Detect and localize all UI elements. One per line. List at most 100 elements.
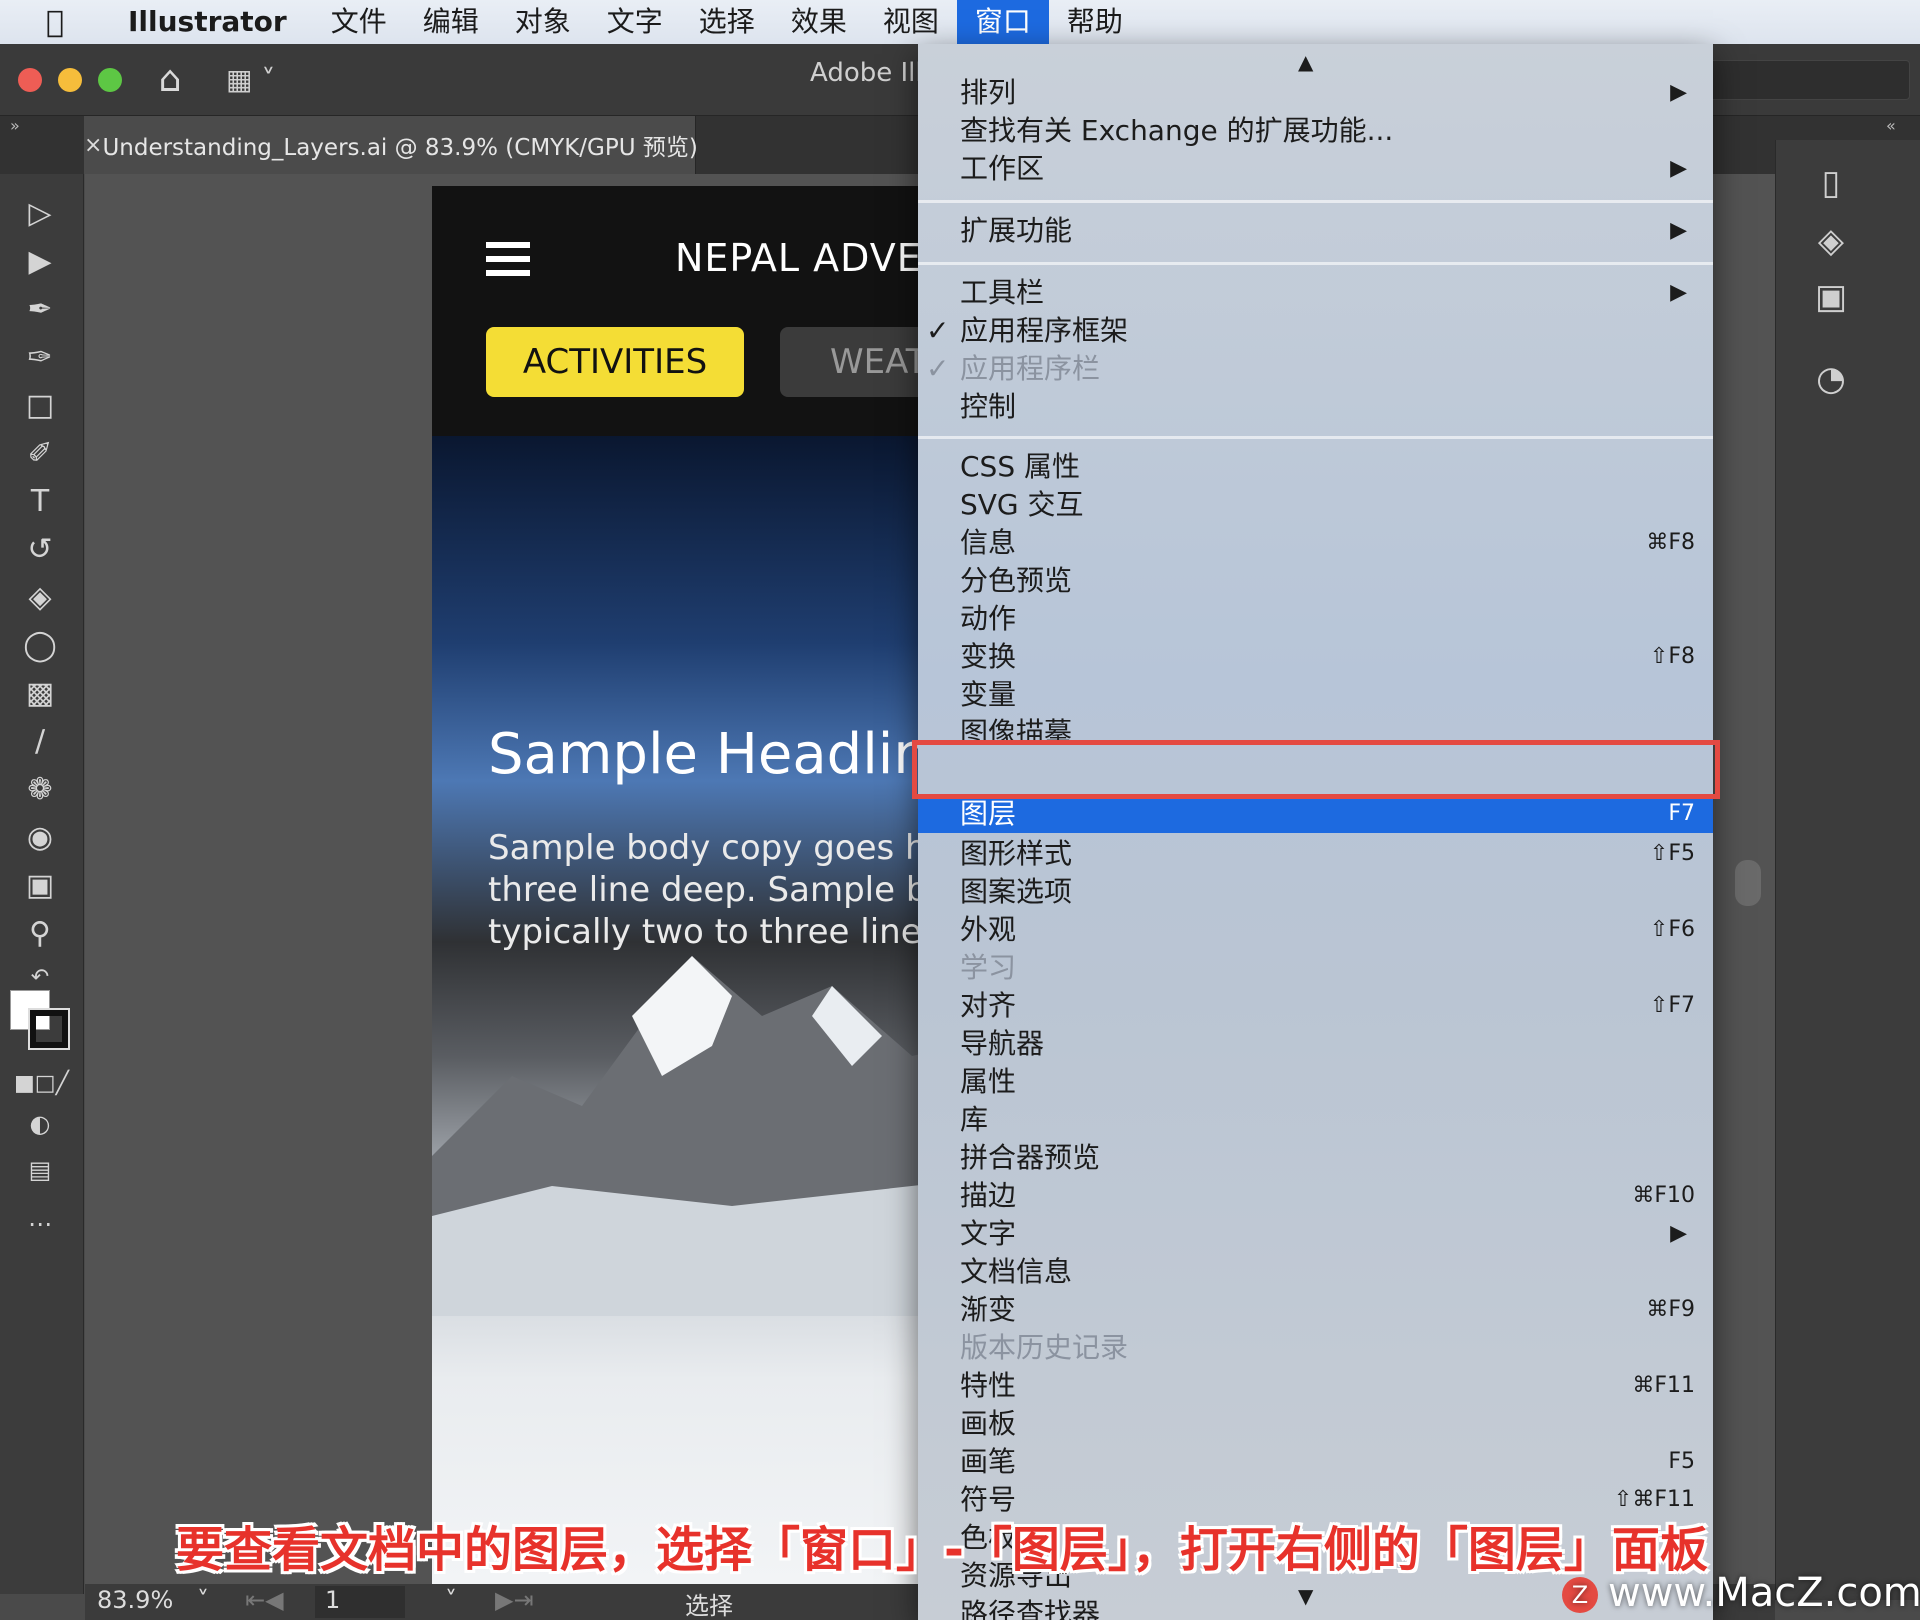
annotation-highlight-box [912, 740, 1720, 799]
watermark-text: www.MacZ.com [1608, 1570, 1920, 1616]
menu-item-application-bar: ✓ 应用程序栏 [918, 350, 1713, 388]
menu-item-toolbars[interactable]: 工具栏 ▶ [918, 274, 1713, 312]
submenu-arrow-icon: ▶ [1670, 218, 1687, 243]
menu-item-pattern-options[interactable]: 图案选项 [918, 873, 1713, 911]
window-zoom-button[interactable] [98, 68, 122, 92]
menu-item-attributes[interactable]: 特性 ⌘F11 [918, 1367, 1713, 1405]
menu-item-separations-preview[interactable]: 分色预览 [918, 562, 1713, 600]
artboard-number-field[interactable]: 1 [315, 1586, 405, 1618]
gradient-tool-icon[interactable]: ▩ [14, 674, 66, 714]
menu-view[interactable]: 视图 [865, 0, 957, 44]
window-close-button[interactable] [18, 68, 42, 92]
menu-item-brushes[interactable]: 画笔 F5 [918, 1443, 1713, 1481]
pen-tool-icon[interactable]: ✒ [14, 290, 66, 330]
direct-selection-tool-icon[interactable]: ▶ [14, 242, 66, 282]
menu-select[interactable]: 选择 [681, 0, 773, 44]
menu-item-layers[interactable]: 图层 F7 [918, 795, 1713, 833]
menu-item-flattener-preview[interactable]: 拼合器预览 [918, 1139, 1713, 1177]
menu-item-arrange[interactable]: 排列 ▶ [918, 74, 1713, 112]
menu-edit[interactable]: 编辑 [405, 0, 497, 44]
artboard-headline: Sample Headline [488, 722, 964, 787]
menu-item-info[interactable]: 信息 ⌘F8 [918, 524, 1713, 562]
artboard[interactable]: NEPAL ADVENTURE ACTIVITIES WEATHER Sampl… [432, 186, 1002, 1586]
menu-item-properties[interactable]: 属性 [918, 1063, 1713, 1101]
draw-mode-icon[interactable]: ◐ [14, 1104, 66, 1144]
color-mode-icon[interactable]: ■□╱ [14, 1064, 69, 1104]
artboards-panel-icon[interactable]: ▣ [1806, 274, 1856, 320]
apple-icon[interactable]:  [0, 5, 110, 40]
watermark-logo-icon: Z [1562, 1577, 1598, 1613]
menu-item-version-history: 版本历史记录 [960, 1331, 1129, 1364]
curvature-tool-icon[interactable]: ✑ [14, 338, 66, 378]
menu-separator [918, 262, 1713, 265]
collapse-left-icon[interactable]: » [10, 116, 20, 135]
asset-export-panel-icon[interactable]: ▯ [1806, 160, 1856, 206]
artboard-header: NEPAL ADVENTURE ACTIVITIES WEATHER [432, 186, 1002, 436]
menu-scroll-up-icon[interactable]: ▲ [1298, 50, 1313, 74]
menu-item-type[interactable]: 文字 ▶ [918, 1215, 1713, 1253]
menu-item-graphic-styles[interactable]: 图形样式 ⇧F5 [918, 835, 1713, 873]
menu-separator [918, 436, 1713, 439]
lasso-tool-icon[interactable]: ◯ [14, 626, 66, 666]
screen-mode-icon[interactable]: ▤ [14, 1150, 66, 1190]
hamburger-menu-icon [486, 242, 530, 276]
type-tool-icon[interactable]: T [14, 482, 66, 522]
menu-item-align[interactable]: 对齐 ⇧F7 [918, 987, 1713, 1025]
menu-item-navigator[interactable]: 导航器 [918, 1025, 1713, 1063]
menu-item-appearance[interactable]: 外观 ⇧F6 [918, 911, 1713, 949]
layers-panel-icon[interactable]: ◈ [1806, 218, 1856, 264]
shape-builder-tool-icon[interactable]: ◉ [14, 818, 66, 858]
paintbrush-tool-icon[interactable]: ✐ [14, 434, 66, 474]
more-tools-icon[interactable]: ⋯ [14, 1204, 66, 1244]
artboard-dropdown-icon[interactable]: ˅ [445, 1586, 457, 1614]
last-artboard-icon[interactable]: ▶⇥ [495, 1586, 534, 1614]
puppet-warp-tool-icon[interactable]: ❁ [14, 770, 66, 810]
eyedropper-tool-icon[interactable]: ∕ [14, 722, 66, 762]
zoom-level-field[interactable]: 83.9% [97, 1586, 197, 1618]
window-minimize-button[interactable] [58, 68, 82, 92]
artboard-hero-image: Sample Headline Sample body copy goes he… [432, 436, 1002, 1586]
artboard-tool-icon[interactable]: ▣ [14, 866, 66, 906]
first-artboard-icon[interactable]: ⇤◀ [245, 1586, 284, 1614]
menu-bar:  Illustrator 文件 编辑 对象 文字 选择 效果 视图 窗口 帮助 [0, 0, 1920, 44]
menu-item-extensions[interactable]: 扩展功能 ▶ [918, 212, 1713, 250]
menu-item-document-info[interactable]: 文档信息 [918, 1253, 1713, 1291]
selection-tool-icon[interactable]: ▷ [14, 194, 66, 234]
zoom-tool-icon[interactable]: ⚲ [14, 914, 66, 954]
menu-item-application-frame[interactable]: ✓ 应用程序框架 [918, 312, 1713, 350]
collapse-right-icon[interactable]: « [1886, 116, 1896, 135]
workspace-switcher-icon[interactable]: ▦ ˅ [226, 62, 290, 98]
menu-item-workspace[interactable]: 工作区 ▶ [918, 150, 1713, 188]
rotate-tool-icon[interactable]: ↺ [14, 530, 66, 570]
menu-item-control[interactable]: 控制 [918, 388, 1713, 426]
menu-effect[interactable]: 效果 [773, 0, 865, 44]
menu-help[interactable]: 帮助 [1049, 0, 1141, 44]
menu-item-css-properties[interactable]: CSS 属性 [918, 448, 1713, 486]
canvas-vertical-scrollbar[interactable] [1735, 860, 1761, 906]
menu-item-stroke[interactable]: 描边 ⌘F10 [918, 1177, 1713, 1215]
document-tab[interactable]: × Understanding_Layers.ai @ 83.9% (CMYK/… [84, 116, 698, 174]
tab-close-icon[interactable]: × [84, 133, 102, 158]
menu-item-gradient[interactable]: 渐变 ⌘F9 [918, 1291, 1713, 1329]
menu-file[interactable]: 文件 [313, 0, 405, 44]
menu-type[interactable]: 文字 [589, 0, 681, 44]
color-guide-panel-icon[interactable]: ◔ [1806, 356, 1856, 402]
menu-item-libraries[interactable]: 库 [918, 1101, 1713, 1139]
menu-object[interactable]: 对象 [497, 0, 589, 44]
menu-window[interactable]: 窗口 [956, 0, 1049, 44]
eraser-tool-icon[interactable]: ◈ [14, 578, 66, 618]
menu-item-artboards[interactable]: 画板 [918, 1405, 1713, 1443]
menu-app-name[interactable]: Illustrator [110, 0, 313, 44]
zoom-dropdown-icon[interactable]: ˅ [197, 1586, 209, 1614]
home-icon[interactable]: ⌂ [148, 58, 192, 102]
stroke-color-swatch[interactable] [28, 1008, 70, 1050]
menu-item-svg-interactivity[interactable]: SVG 交互 [918, 486, 1713, 524]
appbar-search-field[interactable] [1700, 60, 1910, 100]
menu-item-transform[interactable]: 变换 ⇧F8 [918, 638, 1713, 676]
window-menu-dropdown: ▲ 排列 ▶ 查找有关 Exchange 的扩展功能... 工作区 ▶ 扩展功能 ▶ … [918, 44, 1713, 1620]
menu-item-actions[interactable]: 动作 [918, 600, 1713, 638]
menu-item-variables[interactable]: 变量 [918, 676, 1713, 714]
menu-item-find-extensions[interactable]: 查找有关 Exchange 的扩展功能... [918, 112, 1713, 150]
rectangle-tool-icon[interactable]: □ [14, 386, 66, 426]
menu-scroll-down-icon[interactable]: ▼ [1298, 1584, 1313, 1608]
